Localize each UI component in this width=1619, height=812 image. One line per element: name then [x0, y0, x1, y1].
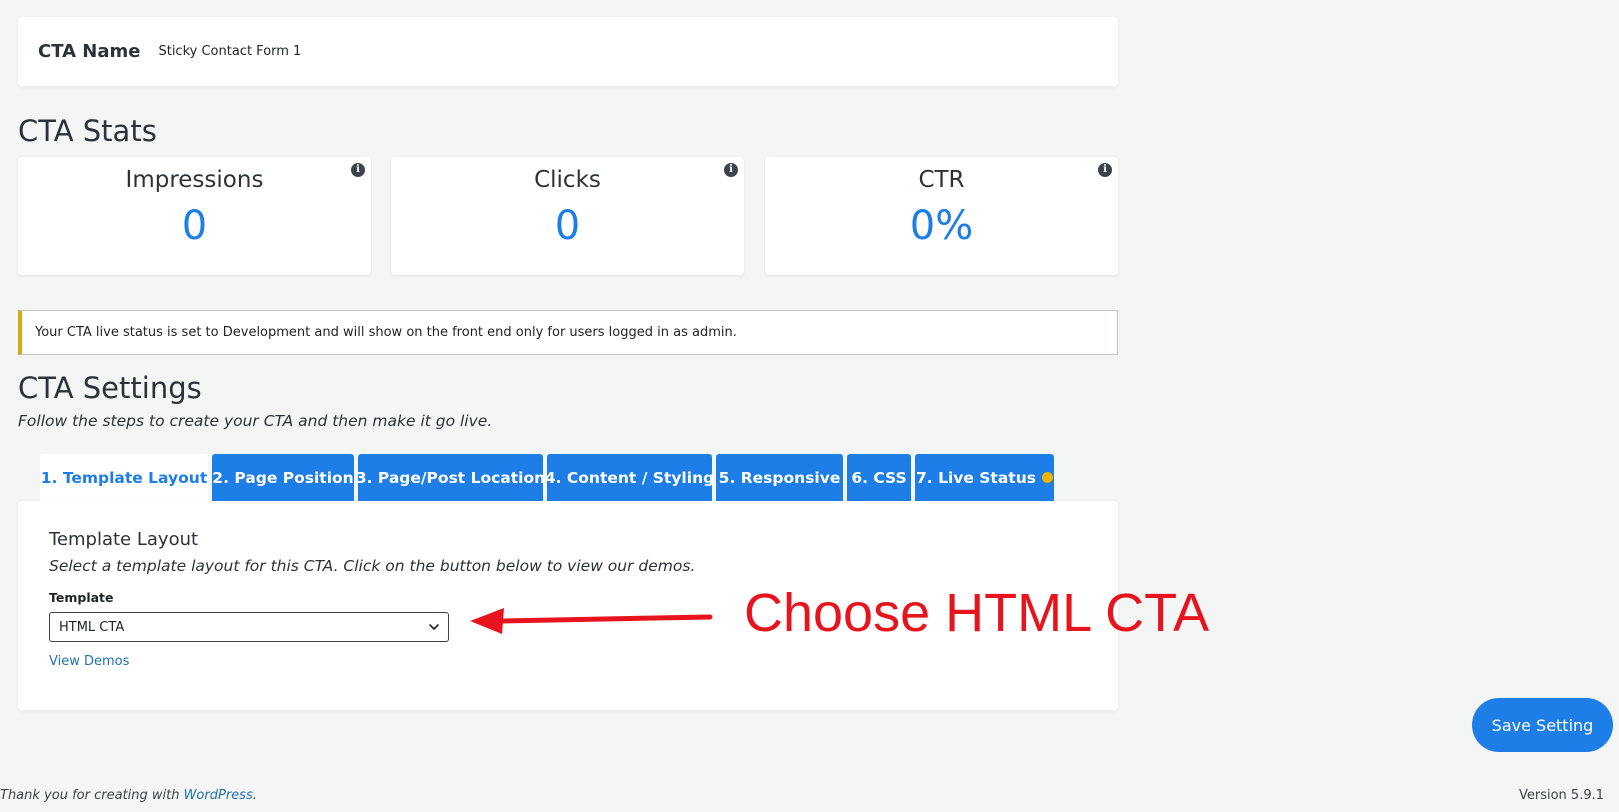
notice-text: Your CTA live status is set to Developme… — [35, 325, 737, 340]
settings-heading: CTA Settings — [18, 371, 202, 405]
stats-heading: CTA Stats — [18, 114, 157, 148]
tab-label: 5. Responsive — [718, 468, 841, 487]
view-demos-link[interactable]: View Demos — [49, 654, 129, 669]
footer-thanks-suffix: . — [252, 788, 257, 803]
impressions-title: Impressions — [125, 167, 264, 193]
clicks-title: Clicks — [534, 167, 601, 193]
footer-thanks-prefix: Thank you for creating with — [0, 788, 184, 803]
impressions-value: 0 — [181, 203, 208, 249]
panel-description: Select a template layout for this CTA. C… — [49, 557, 696, 575]
annotation-text: Choose HTML CTA — [744, 583, 1210, 643]
tab-label: 6. CSS — [851, 468, 907, 487]
footer-version: Version 5.9.1 — [1518, 788, 1604, 803]
annotation-arrow-icon — [470, 608, 713, 634]
settings-subtitle: Follow the steps to create your CTA and … — [18, 412, 493, 430]
panel-title: Template Layout — [49, 529, 199, 550]
clicks-value: 0 — [554, 203, 581, 249]
tab-responsive[interactable]: 5. Responsive — [716, 454, 843, 501]
ctr-value: 0% — [909, 203, 974, 249]
info-icon[interactable]: i — [351, 163, 365, 177]
settings-tabs: 1. Template Layout 2. Page Position 3. P… — [40, 454, 1054, 501]
impressions-card: i Impressions 0 — [18, 157, 371, 275]
tab-label: 3. Page/Post Location — [355, 468, 546, 487]
status-dot-icon — [1041, 472, 1053, 483]
cta-name-card: CTA Name Sticky Contact Form 1 — [18, 17, 1118, 86]
live-status-notice: Your CTA live status is set to Developme… — [18, 310, 1118, 355]
chevron-down-icon — [429, 624, 439, 630]
wordpress-link[interactable]: WordPress — [184, 788, 253, 803]
tab-label: 7. Live Status — [916, 468, 1036, 487]
tab-content-styling[interactable]: 4. Content / Styling — [544, 454, 715, 501]
ctr-card: i CTR 0% — [765, 157, 1118, 275]
ctr-title: CTR — [918, 167, 965, 193]
cta-name-label: CTA Name — [38, 41, 141, 62]
save-setting-button[interactable]: Save Setting — [1472, 698, 1613, 752]
footer-thanks: Thank you for creating with WordPress. — [0, 788, 257, 803]
tab-label: 4. Content / Styling — [544, 468, 715, 487]
tab-css[interactable]: 6. CSS — [847, 454, 911, 501]
tab-template-layout[interactable]: 1. Template Layout — [40, 454, 208, 501]
tab-live-status[interactable]: 7. Live Status — [915, 454, 1054, 501]
info-icon[interactable]: i — [724, 163, 738, 177]
tab-label: 1. Template Layout — [40, 468, 208, 487]
template-select-value: HTML CTA — [59, 619, 125, 635]
template-field-label: Template — [49, 590, 114, 605]
tab-page-post-location[interactable]: 3. Page/Post Location — [355, 454, 546, 501]
clicks-card: i Clicks 0 — [391, 157, 744, 275]
cta-name-value: Sticky Contact Form 1 — [158, 44, 302, 59]
info-icon[interactable]: i — [1098, 163, 1112, 177]
tab-label: 2. Page Position — [212, 468, 354, 487]
tab-page-position[interactable]: 2. Page Position — [212, 454, 354, 501]
template-select[interactable]: HTML CTA — [49, 612, 449, 642]
